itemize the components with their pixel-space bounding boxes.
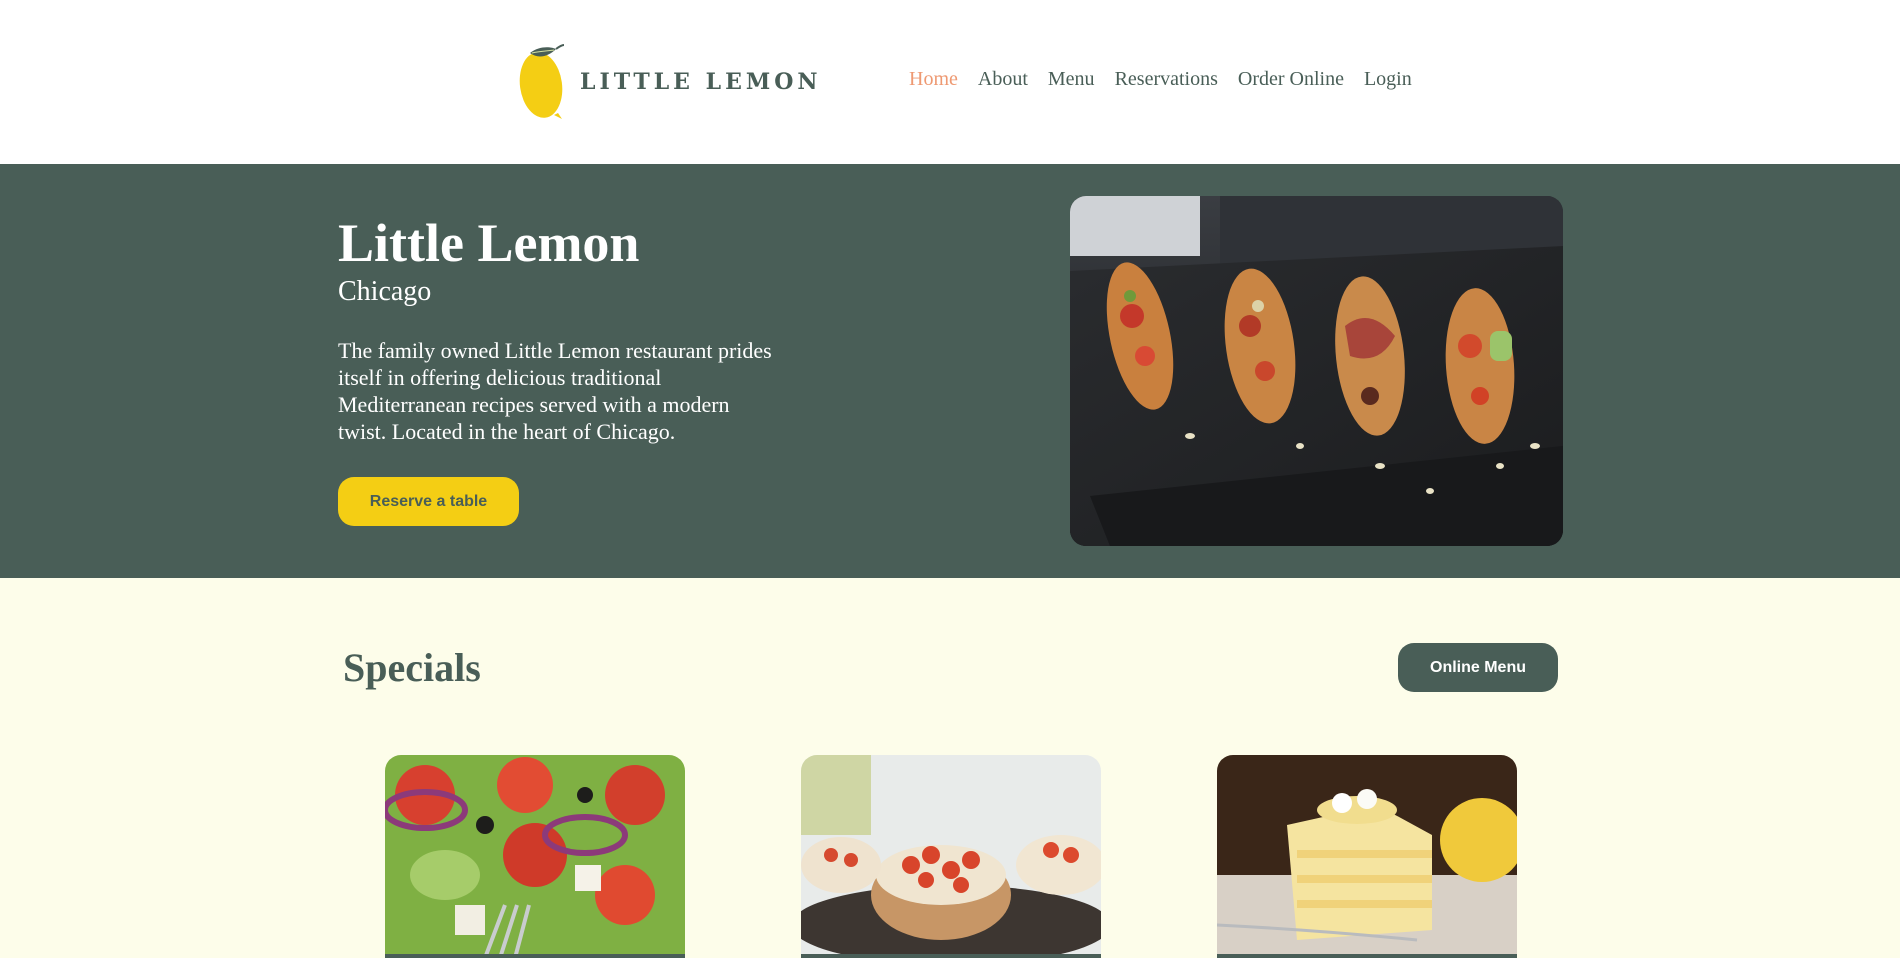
logo[interactable]: LITTLE LEMON (518, 42, 821, 122)
bruschetta-platter-image (1070, 196, 1563, 546)
nav-order-online[interactable]: Order Online (1238, 68, 1344, 91)
logo-text: LITTLE LEMON (580, 69, 822, 95)
card-divider (801, 954, 1101, 958)
lemon-icon (519, 44, 565, 119)
card-divider (385, 954, 685, 958)
nav-about[interactable]: About (978, 68, 1028, 91)
hero-image (1070, 196, 1563, 546)
main-nav: Home About Menu Reservations Order Onlin… (909, 68, 1412, 91)
specials-title: Specials (343, 645, 481, 690)
online-menu-button[interactable]: Online Menu (1398, 643, 1558, 692)
special-card-bruschetta[interactable] (801, 755, 1101, 958)
hero-section: Little Lemon Chicago The family owned Li… (0, 164, 1900, 578)
lemon-cake-image (1217, 755, 1517, 958)
reserve-table-button[interactable]: Reserve a table (338, 477, 519, 526)
special-card-lemon-dessert[interactable] (1217, 755, 1517, 958)
hero-title: Little Lemon (338, 213, 640, 273)
bruschetta-image (801, 755, 1101, 958)
nav-login[interactable]: Login (1364, 68, 1412, 91)
nav-home[interactable]: Home (909, 68, 958, 91)
special-card-greek-salad[interactable] (385, 755, 685, 958)
site-header: LITTLE LEMON Home About Menu Reservation… (0, 0, 1900, 164)
greek-salad-image (385, 755, 685, 958)
hero-description: The family owned Little Lemon restaurant… (338, 338, 772, 444)
card-divider (1217, 954, 1517, 958)
nav-reservations[interactable]: Reservations (1115, 68, 1218, 91)
nav-menu[interactable]: Menu (1048, 68, 1095, 91)
hero-subtitle: Chicago (338, 276, 432, 307)
